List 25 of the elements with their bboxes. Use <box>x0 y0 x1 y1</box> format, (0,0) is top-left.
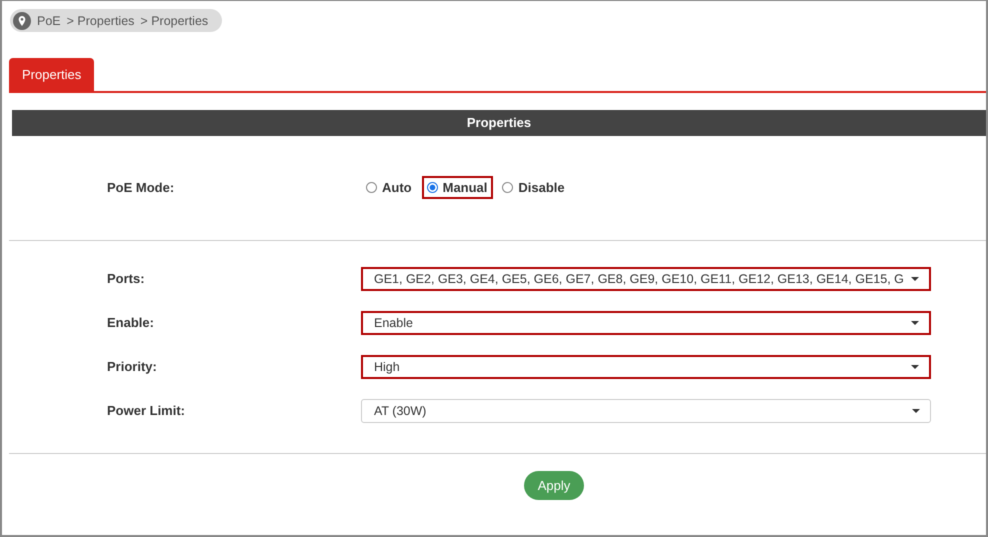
breadcrumb-item[interactable]: > Properties <box>140 14 208 28</box>
breadcrumb-item[interactable]: PoE <box>37 14 61 28</box>
caret-icon <box>911 364 919 368</box>
dropdown[interactable]: High <box>361 354 931 378</box>
field-label: Power Limit: <box>106 403 186 418</box>
dropdown[interactable]: AT (30W) <box>361 398 931 422</box>
field-label: Enable: <box>106 315 155 330</box>
caret-icon <box>911 320 919 324</box>
tab[interactable]: Properties <box>9 58 94 90</box>
radio-option[interactable]: Manual <box>422 176 494 199</box>
section-header: Properties <box>12 110 986 136</box>
radio-option[interactable]: Auto <box>361 176 418 199</box>
field-label: PoE Mode: <box>106 180 176 195</box>
location-pin-icon <box>13 12 31 30</box>
dropdown[interactable]: GE1, GE2, GE3, GE4, GE5, GE6, GE7, GE8, GE9, GE10, GE11, GE12, GE13, GE14, GE15, G <box>361 266 931 290</box>
radio-option[interactable]: Disable <box>497 176 571 199</box>
field-label: Priority: <box>106 359 158 374</box>
caret-icon <box>911 276 919 280</box>
dropdown[interactable]: Enable <box>361 310 931 334</box>
radio-button[interactable] <box>366 182 377 193</box>
field-label: Ports: <box>106 271 146 286</box>
radio-button[interactable] <box>502 182 514 193</box>
caret-icon <box>912 408 920 412</box>
radio-button[interactable] <box>426 182 438 193</box>
breadcrumb-item[interactable]: > Properties <box>66 14 134 28</box>
